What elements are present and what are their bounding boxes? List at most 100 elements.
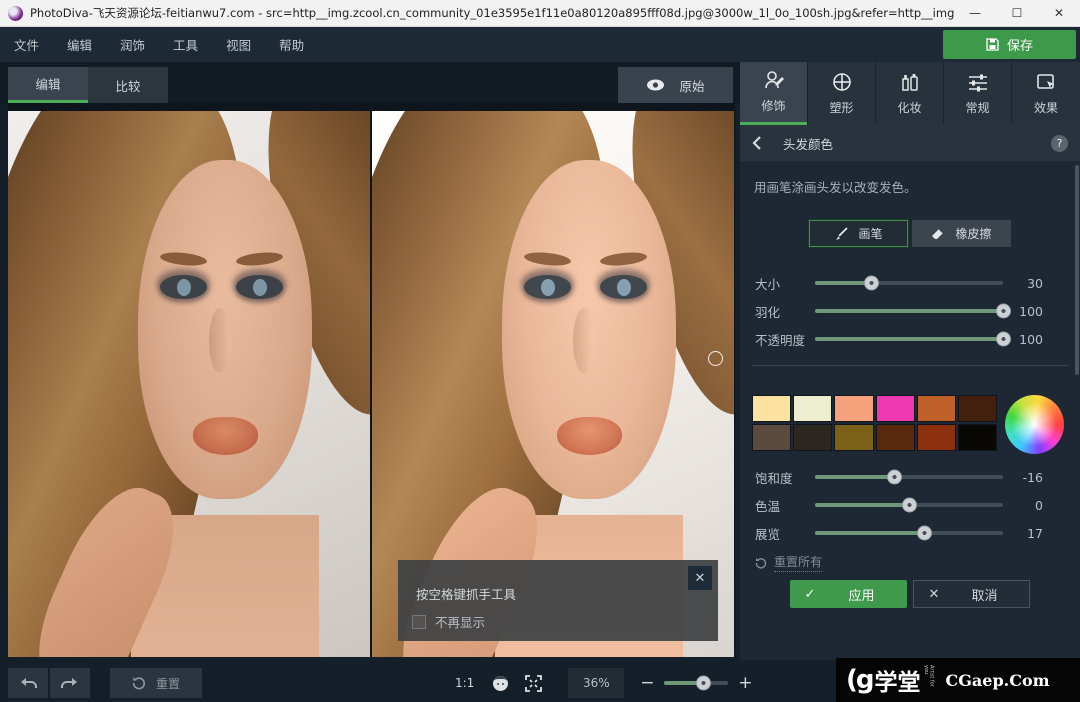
zoom-slider[interactable]	[664, 681, 728, 685]
help-icon[interactable]: ?	[1051, 135, 1068, 152]
brush-icon	[834, 227, 848, 241]
color-swatch[interactable]	[793, 395, 832, 422]
close-button[interactable]: ✕	[1038, 0, 1080, 27]
section-divider	[752, 365, 1068, 366]
fit-screen-button[interactable]	[525, 675, 542, 692]
temperature-slider[interactable]	[815, 503, 1003, 507]
slider-thumb[interactable]	[864, 276, 879, 291]
slider-thumb[interactable]	[902, 498, 917, 513]
window-title: PhotoDiva-飞天资源论坛-feitianwu7.com - src=ht…	[30, 5, 954, 21]
reset-button[interactable]: 重置	[110, 668, 202, 698]
panel-description: 用画笔涂画头发以改变发色。	[754, 177, 917, 196]
panel-tab-sculpt[interactable]: 塑形	[808, 62, 875, 125]
menu-file[interactable]: 文件	[14, 35, 39, 54]
opacity-slider[interactable]	[815, 337, 1003, 341]
tooltip-close-button[interactable]: ✕	[688, 566, 712, 590]
menu-bar: 文件 编辑 润饰 工具 视图 帮助 保存	[0, 27, 1080, 62]
back-button[interactable]	[752, 136, 761, 150]
color-swatch[interactable]	[752, 395, 791, 422]
brush-button[interactable]: 画笔	[809, 220, 908, 247]
tab-edit[interactable]: 编辑	[8, 67, 88, 103]
color-swatch[interactable]	[958, 424, 997, 451]
reset-icon	[132, 676, 146, 690]
tab-compare[interactable]: 比较	[88, 67, 168, 103]
dont-show-checkbox[interactable]	[412, 615, 426, 629]
cancel-button[interactable]: ✕ 取消	[913, 580, 1030, 608]
saturation-slider-row: 饱和度 -16	[740, 467, 1080, 487]
slider-thumb[interactable]	[887, 470, 902, 485]
apply-button[interactable]: ✓ 应用	[790, 580, 907, 608]
reset-all-link[interactable]: 重置所有	[755, 553, 822, 572]
app-icon	[8, 6, 23, 21]
face-icon	[492, 675, 509, 692]
slider-thumb[interactable]	[917, 526, 932, 541]
floppy-icon	[986, 38, 999, 51]
watermark-logo: (g	[846, 665, 873, 695]
menu-tools[interactable]: 工具	[173, 35, 198, 54]
luminance-slider[interactable]	[815, 531, 1003, 535]
color-wheel[interactable]	[1005, 395, 1064, 454]
panel-tab-effects[interactable]: 效果	[1012, 62, 1080, 125]
eraser-button[interactable]: 橡皮擦	[912, 220, 1011, 247]
fit-face-button[interactable]	[492, 675, 509, 692]
hair-color-panel: 头发颜色 ? 用画笔涂画头发以改变发色。 画笔 橡皮擦 大小 30 羽化	[740, 125, 1080, 660]
watermark: (g 学堂 Artist for you CGaep.Com	[836, 658, 1080, 702]
size-slider-row: 大小 30	[740, 273, 1080, 293]
temperature-slider-row: 色温 0	[740, 495, 1080, 515]
panel-tab-makeup[interactable]: 化妆	[876, 62, 943, 125]
color-swatch[interactable]	[958, 395, 997, 422]
menu-view[interactable]: 视图	[226, 35, 251, 54]
color-swatch[interactable]	[834, 424, 873, 451]
photodiva-window: PhotoDiva-飞天资源论坛-feitianwu7.com - src=ht…	[0, 0, 1080, 702]
makeup-icon	[900, 72, 920, 92]
reset-icon	[755, 557, 767, 569]
redo-button[interactable]	[50, 668, 90, 698]
panel-tab-general[interactable]: 常规	[944, 62, 1011, 125]
eraser-icon	[931, 227, 945, 240]
color-swatch[interactable]	[917, 424, 956, 451]
watermark-tagline: Artist for you	[923, 665, 934, 695]
maximize-button[interactable]: ☐	[996, 0, 1038, 27]
before-image[interactable]	[8, 111, 370, 657]
view-tab-strip: 编辑 比较 原始	[0, 62, 740, 103]
zoom-value[interactable]: 36%	[568, 668, 624, 698]
x-icon: ✕	[914, 587, 954, 602]
feather-slider[interactable]	[815, 309, 1003, 313]
retouch-icon	[763, 70, 785, 90]
slider-thumb[interactable]	[996, 332, 1011, 347]
saturation-slider[interactable]	[815, 475, 1003, 479]
sliders-icon	[967, 72, 989, 92]
original-preview-button[interactable]: 原始	[618, 67, 733, 103]
luminance-slider-row: 展览 17	[740, 523, 1080, 543]
sculpt-icon	[832, 72, 852, 92]
feather-slider-row: 羽化 100	[740, 301, 1080, 321]
chevron-left-icon	[752, 136, 761, 150]
slider-thumb[interactable]	[996, 304, 1011, 319]
color-swatch[interactable]	[793, 424, 832, 451]
color-swatch[interactable]	[876, 395, 915, 422]
save-button[interactable]: 保存	[943, 30, 1076, 59]
panel-tab-retouch[interactable]: 修饰	[740, 62, 807, 125]
menu-edit[interactable]: 编辑	[67, 35, 92, 54]
eye-icon	[646, 79, 665, 91]
zoom-1to1-button[interactable]: 1:1	[455, 676, 474, 690]
brush-cursor	[708, 351, 723, 366]
color-swatch-grid	[752, 395, 997, 451]
undo-icon	[18, 677, 38, 690]
zoom-out-button[interactable]: −	[638, 673, 656, 693]
expand-icon	[525, 675, 542, 692]
color-swatch[interactable]	[876, 424, 915, 451]
undo-button[interactable]	[8, 668, 48, 698]
color-swatch[interactable]	[834, 395, 873, 422]
menu-retouch[interactable]: 润饰	[120, 35, 145, 54]
hand-tool-tooltip: ✕ 按空格键抓手工具 不再显示	[398, 560, 718, 641]
size-slider[interactable]	[815, 281, 1003, 285]
zoom-slider-thumb[interactable]	[696, 676, 711, 691]
tooltip-text: 按空格键抓手工具	[416, 584, 516, 603]
minimize-button[interactable]: —	[954, 0, 996, 27]
color-swatch[interactable]	[917, 395, 956, 422]
color-swatch[interactable]	[752, 424, 791, 451]
panel-title: 头发颜色	[783, 134, 1051, 153]
zoom-in-button[interactable]: +	[736, 673, 754, 693]
menu-help[interactable]: 帮助	[279, 35, 304, 54]
